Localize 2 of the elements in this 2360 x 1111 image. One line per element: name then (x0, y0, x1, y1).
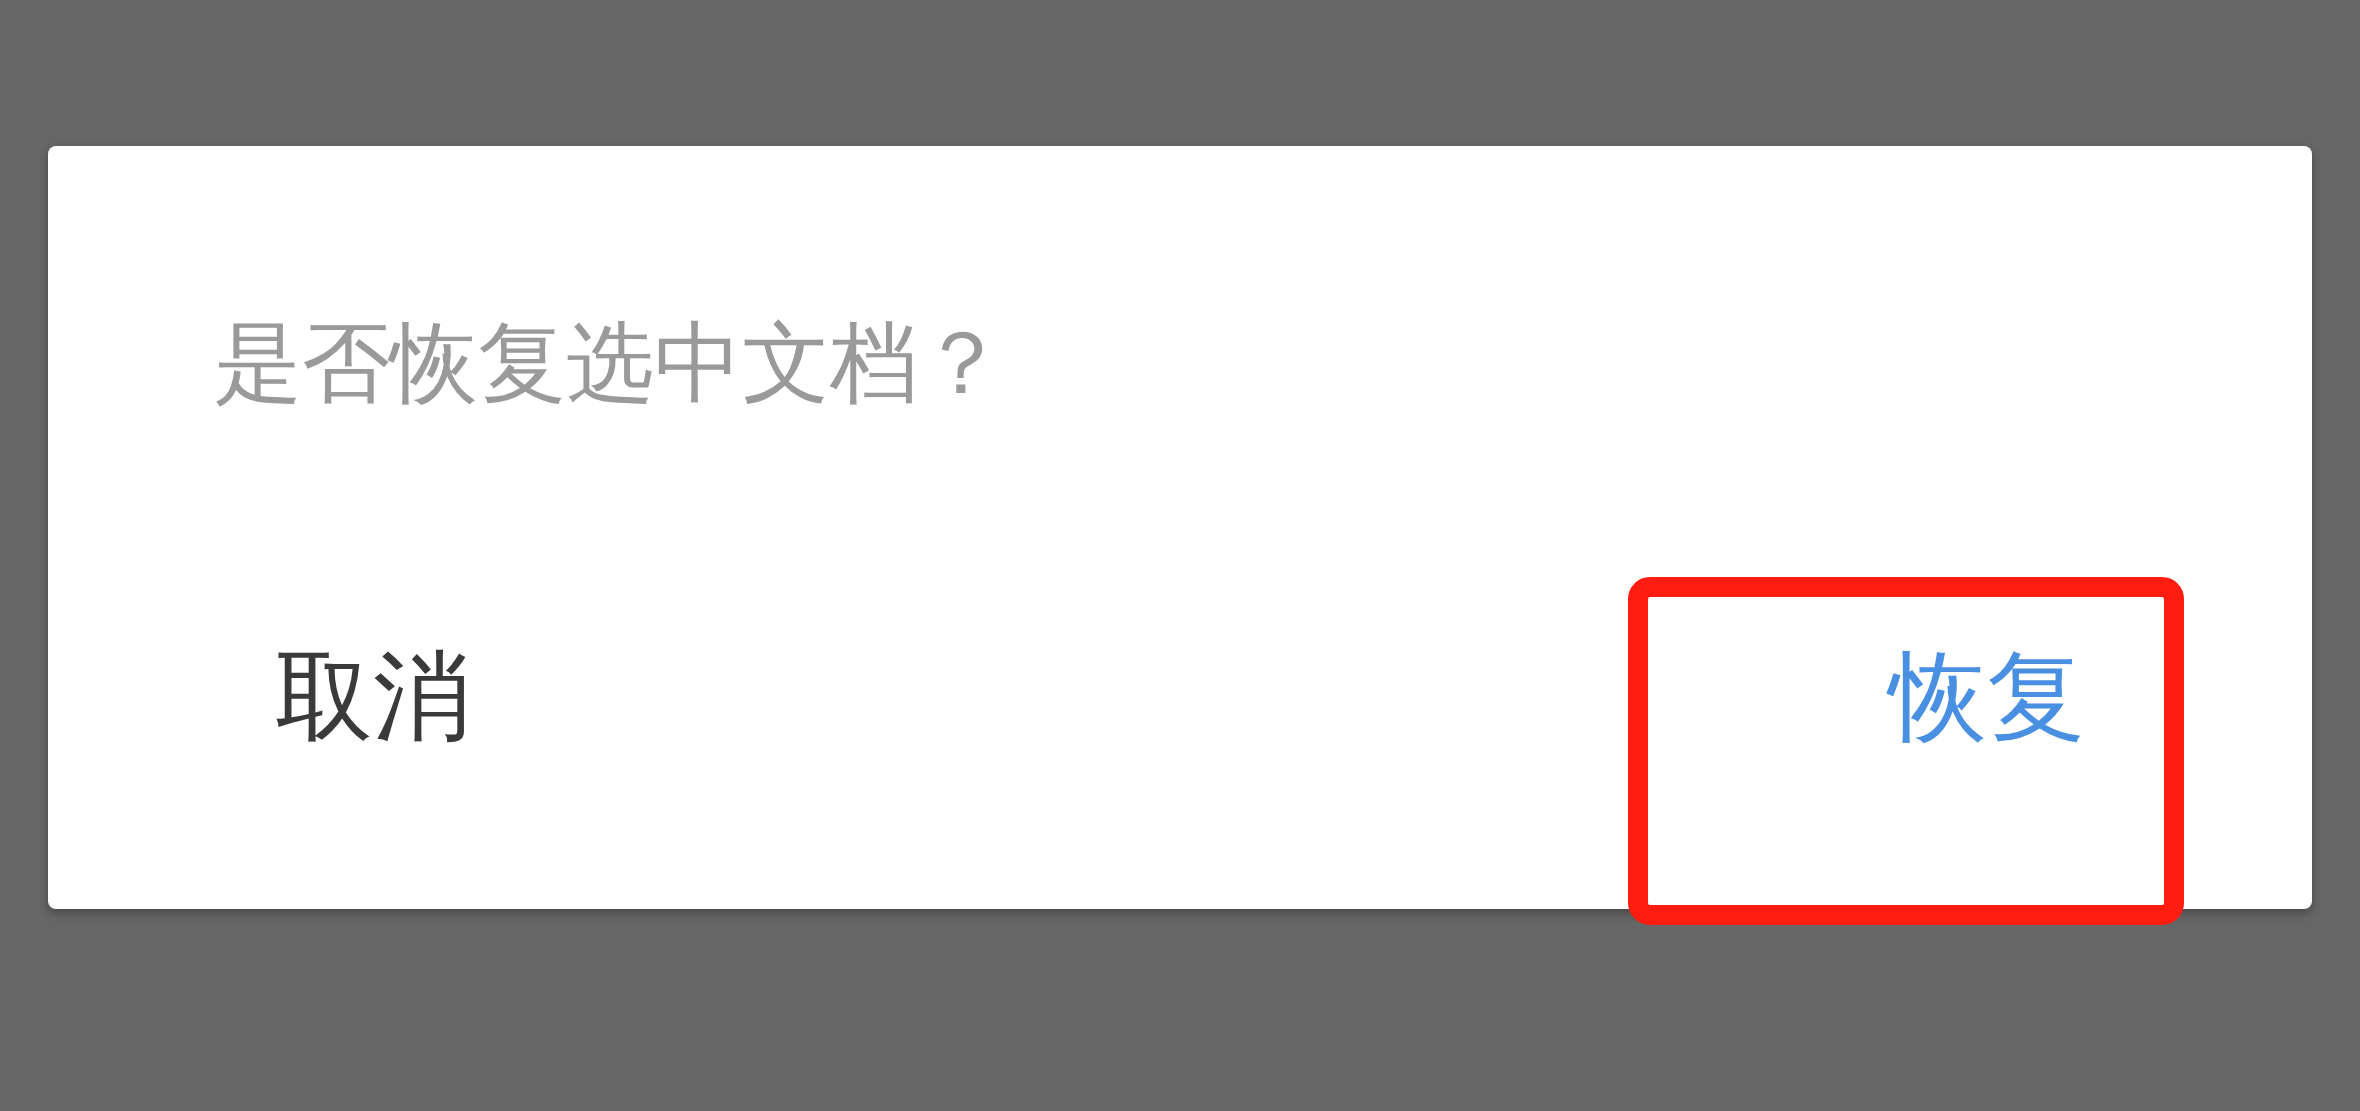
dialog-message: 是否恢复选中文档？ (214, 311, 1006, 414)
cancel-button[interactable]: 取消 (235, 606, 511, 786)
